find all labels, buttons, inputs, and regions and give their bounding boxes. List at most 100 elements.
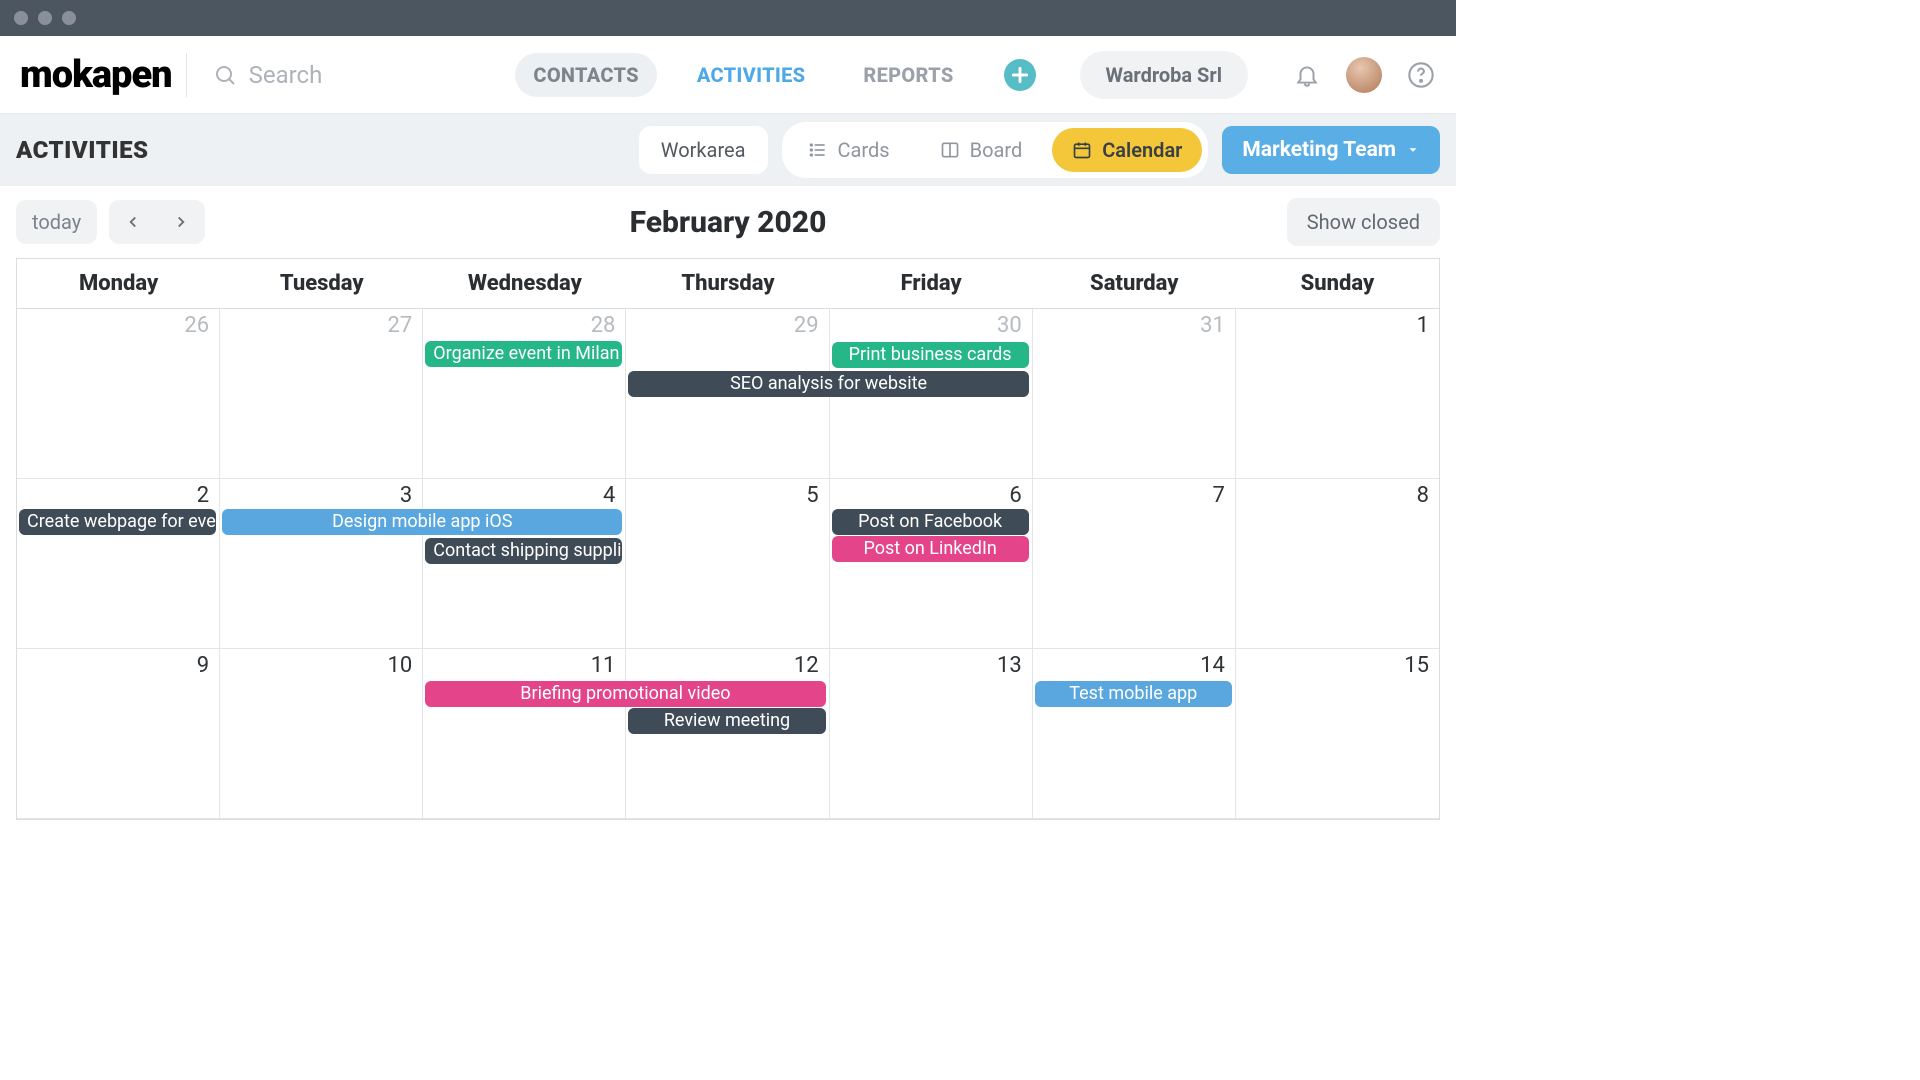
day-number: 12 bbox=[794, 653, 819, 678]
day-header: Friday bbox=[830, 259, 1033, 308]
chevron-left-icon bbox=[124, 213, 142, 231]
workarea-button[interactable]: Workarea bbox=[639, 126, 768, 174]
calendar-cell[interactable]: 26 bbox=[17, 309, 220, 478]
view-calendar-label: Calendar bbox=[1102, 138, 1182, 162]
tab-reports[interactable]: REPORTS bbox=[845, 53, 971, 97]
tab-contacts[interactable]: CONTACTS bbox=[515, 53, 656, 97]
today-button[interactable]: today bbox=[16, 200, 97, 244]
chevron-right-icon bbox=[172, 213, 190, 231]
calendar-cell[interactable]: 28 bbox=[423, 309, 626, 478]
day-header: Monday bbox=[17, 259, 220, 308]
calendar-event[interactable]: Briefing promotional video bbox=[425, 681, 825, 707]
chevron-down-icon bbox=[1406, 143, 1420, 157]
day-number: 26 bbox=[184, 313, 209, 338]
day-number: 7 bbox=[1212, 483, 1224, 508]
day-number: 27 bbox=[388, 313, 413, 338]
calendar-event[interactable]: Post on LinkedIn bbox=[832, 536, 1029, 562]
day-header: Tuesday bbox=[220, 259, 423, 308]
calendar-cell[interactable]: 8 bbox=[1236, 479, 1439, 648]
avatar[interactable] bbox=[1346, 57, 1382, 93]
day-number: 10 bbox=[388, 653, 413, 678]
calendar: Monday Tuesday Wednesday Thursday Friday… bbox=[16, 258, 1440, 820]
calendar-cell[interactable]: 14 bbox=[1033, 649, 1236, 818]
calendar-row: 9 10 11 12 13 14 15 bbox=[17, 649, 1439, 819]
day-number: 8 bbox=[1417, 483, 1429, 508]
page-title: ACTIVITIES bbox=[16, 136, 149, 164]
show-closed-button[interactable]: Show closed bbox=[1287, 198, 1440, 246]
day-number: 31 bbox=[1200, 313, 1225, 338]
calendar-event[interactable]: Review meeting bbox=[628, 708, 825, 734]
window-dot bbox=[62, 11, 76, 25]
subheader: ACTIVITIES Workarea Cards Board Calendar… bbox=[0, 114, 1456, 186]
calendar-cell[interactable]: 11 bbox=[423, 649, 626, 818]
day-number: 2 bbox=[197, 483, 209, 508]
calendar-cell[interactable]: 10 bbox=[220, 649, 423, 818]
team-label: Marketing Team bbox=[1242, 138, 1396, 162]
view-calendar[interactable]: Calendar bbox=[1052, 128, 1202, 172]
brand-logo: mokapen bbox=[20, 53, 187, 97]
calendar-icon bbox=[1072, 140, 1092, 160]
bell-icon bbox=[1294, 62, 1320, 88]
calendar-event[interactable]: Contact shipping supplier bbox=[425, 538, 622, 564]
view-cards[interactable]: Cards bbox=[788, 128, 910, 172]
search-placeholder: Search bbox=[249, 61, 323, 89]
org-selector[interactable]: Wardroba Srl bbox=[1080, 51, 1248, 99]
day-number: 5 bbox=[806, 483, 818, 508]
prev-month[interactable] bbox=[109, 200, 157, 244]
help-icon bbox=[1407, 61, 1435, 89]
window-titlebar bbox=[0, 0, 1456, 36]
calendar-cell[interactable]: 7 bbox=[1033, 479, 1236, 648]
view-board-label: Board bbox=[970, 138, 1023, 162]
team-selector[interactable]: Marketing Team bbox=[1222, 126, 1440, 174]
calendar-cell[interactable]: 5 bbox=[626, 479, 829, 648]
search-input[interactable]: Search bbox=[213, 61, 323, 89]
calendar-cell[interactable]: 31 bbox=[1033, 309, 1236, 478]
day-number: 14 bbox=[1200, 653, 1225, 678]
view-board[interactable]: Board bbox=[920, 128, 1043, 172]
topbar: mokapen Search CONTACTS ACTIVITIES REPOR… bbox=[0, 36, 1456, 114]
view-cards-label: Cards bbox=[838, 138, 890, 162]
day-number: 28 bbox=[591, 313, 616, 338]
calendar-event[interactable]: Print business cards bbox=[832, 342, 1029, 368]
calendar-cell[interactable]: 13 bbox=[830, 649, 1033, 818]
day-number: 11 bbox=[591, 653, 616, 678]
calendar-event[interactable]: Design mobile app iOS bbox=[222, 509, 622, 535]
calendar-event[interactable]: SEO analysis for website bbox=[628, 371, 1028, 397]
day-header: Thursday bbox=[626, 259, 829, 308]
calendar-cell[interactable]: 3 bbox=[220, 479, 423, 648]
day-header: Saturday bbox=[1033, 259, 1236, 308]
month-nav bbox=[109, 200, 205, 244]
tab-activities[interactable]: ACTIVITIES bbox=[679, 53, 824, 97]
day-number: 30 bbox=[997, 313, 1022, 338]
help-button[interactable] bbox=[1406, 60, 1436, 90]
add-button[interactable] bbox=[1004, 59, 1036, 91]
calendar-event[interactable]: Post on Facebook bbox=[832, 509, 1029, 535]
plus-icon bbox=[1010, 65, 1030, 85]
board-icon bbox=[940, 140, 960, 160]
calendar-cell[interactable]: 1 bbox=[1236, 309, 1439, 478]
window-dot bbox=[14, 11, 28, 25]
calendar-cell[interactable]: 15 bbox=[1236, 649, 1439, 818]
day-number: 15 bbox=[1404, 653, 1429, 678]
calendar-event[interactable]: Test mobile app bbox=[1035, 681, 1232, 707]
window-dot bbox=[38, 11, 52, 25]
month-title: February 2020 bbox=[630, 205, 827, 240]
day-header: Wednesday bbox=[423, 259, 626, 308]
day-number: 1 bbox=[1417, 313, 1429, 338]
notifications-button[interactable] bbox=[1292, 60, 1322, 90]
calendar-header: Monday Tuesday Wednesday Thursday Friday… bbox=[17, 258, 1439, 309]
next-month[interactable] bbox=[157, 200, 205, 244]
calendar-cell[interactable]: 2 bbox=[17, 479, 220, 648]
day-number: 4 bbox=[603, 483, 615, 508]
calendar-event[interactable]: Create webpage for event bbox=[19, 509, 216, 535]
calendar-controls: today February 2020 Show closed bbox=[0, 186, 1456, 258]
day-header: Sunday bbox=[1236, 259, 1439, 308]
calendar-cell[interactable]: 9 bbox=[17, 649, 220, 818]
calendar-event[interactable]: Organize event in Milan bbox=[425, 341, 622, 367]
calendar-cell[interactable]: 27 bbox=[220, 309, 423, 478]
search-icon bbox=[213, 63, 237, 87]
day-number: 29 bbox=[794, 313, 819, 338]
calendar-cell[interactable]: 6 bbox=[830, 479, 1033, 648]
day-number: 13 bbox=[997, 653, 1022, 678]
list-icon bbox=[808, 140, 828, 160]
